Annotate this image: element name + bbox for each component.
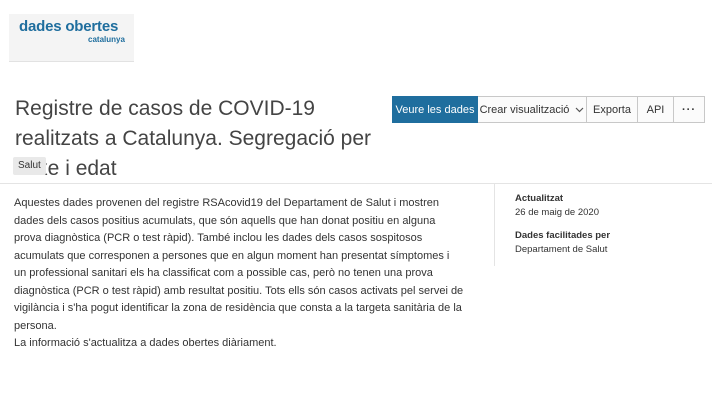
updated-value: 26 de maig de 2020 [515,207,599,218]
logo-text: dades obertes [19,18,119,35]
create-visualization-label: Crear visualització [479,103,570,116]
create-visualization-button[interactable]: Crear visualització [478,96,587,123]
page-title: Registre de casos de COVID-19 realitzats… [15,97,372,180]
metadata-updated: Actualitzat 26 de maig de 2020 [515,192,705,220]
logo-subtext: catalunya [88,35,125,44]
metadata-provider: Dades facilitades per Departament de Sal… [515,229,705,257]
updated-label: Actualitzat [515,193,564,204]
vertical-divider [494,184,495,266]
chevron-down-icon [575,105,584,115]
more-options-button[interactable]: ··· [674,96,705,123]
dataset-toolbar: Veure les dades Crear visualització Expo… [392,96,705,123]
api-button[interactable]: API [638,96,674,123]
provided-by-label: Dades facilitades per [515,230,611,241]
dataset-description: Aquestes dades provenen del registre RSA… [14,195,464,353]
more-options-icon: ··· [682,103,696,116]
view-data-button[interactable]: Veure les dades [392,96,478,123]
description-paragraph: Aquestes dades provenen del registre RSA… [14,197,464,332]
description-paragraph: La informació s'actualitza a dades obert… [14,337,277,349]
site-logo[interactable]: dades obertes catalunya [9,14,134,62]
section-divider [0,183,712,184]
export-button[interactable]: Exporta [587,96,638,123]
category-tag[interactable]: Salut [13,157,46,175]
provided-by-value: Departament de Salut [515,244,608,255]
